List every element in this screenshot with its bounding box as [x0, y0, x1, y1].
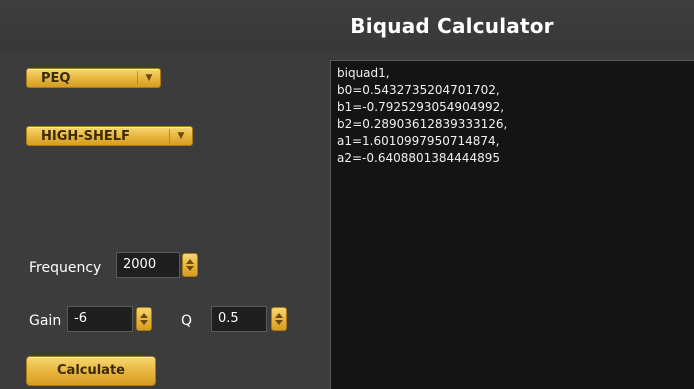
app-title: Biquad Calculator: [0, 14, 694, 38]
app-title-text: Biquad Calculator: [350, 14, 554, 38]
filter-type-dropdown[interactable]: HIGH-SHELF ▼: [26, 126, 193, 146]
frequency-input[interactable]: 2000: [116, 252, 180, 278]
biquad-calculator-window: Biquad Calculator PEQ ▼ HIGH-SHELF ▼ Fre…: [0, 0, 694, 389]
output-textarea[interactable]: biquad1, b0=0.5432735204701702, b1=-0.79…: [330, 60, 694, 389]
q-input[interactable]: 0.5: [211, 306, 267, 332]
gain-input[interactable]: -6: [67, 306, 133, 332]
filter-family-value: PEQ: [41, 70, 71, 86]
stepper-down-icon: [140, 320, 148, 325]
filter-type-value: HIGH-SHELF: [41, 128, 130, 144]
dropdown-divider: [137, 71, 138, 85]
frequency-stepper[interactable]: [182, 253, 198, 277]
gain-label: Gain: [29, 313, 62, 329]
frequency-label: Frequency: [29, 260, 102, 276]
chevron-down-icon: ▼: [145, 73, 153, 83]
stepper-up-icon: [275, 313, 283, 318]
dropdown-divider: [169, 129, 170, 143]
filter-family-dropdown[interactable]: PEQ ▼: [26, 68, 161, 88]
stepper-down-icon: [275, 320, 283, 325]
stepper-down-icon: [186, 266, 194, 271]
title-bar: Biquad Calculator: [0, 0, 694, 52]
calculate-button[interactable]: Calculate: [26, 356, 156, 386]
q-label: Q: [181, 313, 193, 329]
q-stepper[interactable]: [271, 307, 287, 331]
stepper-up-icon: [140, 313, 148, 318]
chevron-down-icon: ▼: [177, 131, 185, 141]
gain-stepper[interactable]: [136, 307, 152, 331]
stepper-up-icon: [186, 259, 194, 264]
